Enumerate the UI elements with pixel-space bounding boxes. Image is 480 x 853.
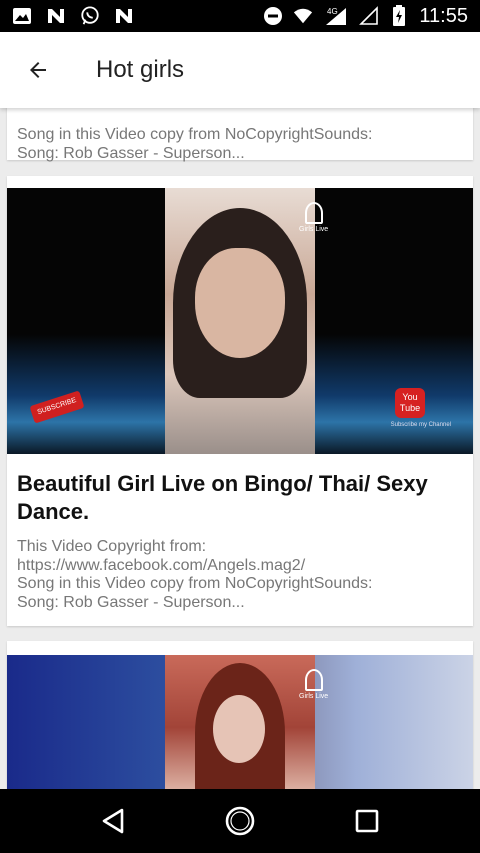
news-n-icon <box>46 6 66 26</box>
nav-back-button[interactable] <box>89 797 137 845</box>
video-description: This Video Copyright from: https://www.f… <box>17 538 373 611</box>
system-nav-bar <box>0 789 480 853</box>
video-title[interactable]: Beautiful Girl Live on Bingo/ Thai/ Sexy… <box>7 454 473 526</box>
signal-icon: 4G <box>323 6 349 26</box>
video-thumbnail[interactable]: Girls Live <box>7 655 473 789</box>
do-not-disturb-icon <box>263 6 283 26</box>
page-title: Hot girls <box>96 56 185 83</box>
channel-logo: Girls Live <box>299 669 328 700</box>
network-label: 4G <box>327 7 338 16</box>
news-n-icon <box>114 6 134 26</box>
video-card[interactable]: Girls Live <box>7 641 473 789</box>
wifi-icon <box>293 6 313 26</box>
video-card[interactable]: Song in this Video copy from NoCopyright… <box>7 108 473 162</box>
nav-home-button[interactable] <box>216 797 264 845</box>
whatsapp-icon <box>80 6 100 26</box>
arrow-back-icon <box>30 62 46 78</box>
thumbnail-caption: Subscribe my Channel <box>390 422 451 428</box>
video-thumbnail[interactable]: Girls Live SUBSCRIBE You Tube Subscribe … <box>7 188 473 454</box>
back-triangle-icon <box>103 808 124 834</box>
status-bar: 4G 11:55 <box>0 0 480 32</box>
clock: 11:55 <box>419 4 468 27</box>
video-description: Song in this Video copy from NoCopyright… <box>17 126 373 162</box>
recents-square-icon <box>355 809 378 833</box>
video-card[interactable]: Girls Live SUBSCRIBE You Tube Subscribe … <box>7 176 473 626</box>
battery-icon <box>389 5 409 26</box>
youtube-logo: You Tube <box>395 388 425 418</box>
channel-logo: Girls Live <box>299 202 328 233</box>
app-bar: Hot girls <box>0 32 480 108</box>
signal-empty-icon <box>359 6 379 26</box>
nav-recents-button[interactable] <box>343 797 391 845</box>
image-icon <box>12 6 32 26</box>
home-circle-icon <box>225 806 255 836</box>
back-button[interactable] <box>18 50 58 90</box>
video-list[interactable]: Song in this Video copy from NoCopyright… <box>0 108 480 789</box>
